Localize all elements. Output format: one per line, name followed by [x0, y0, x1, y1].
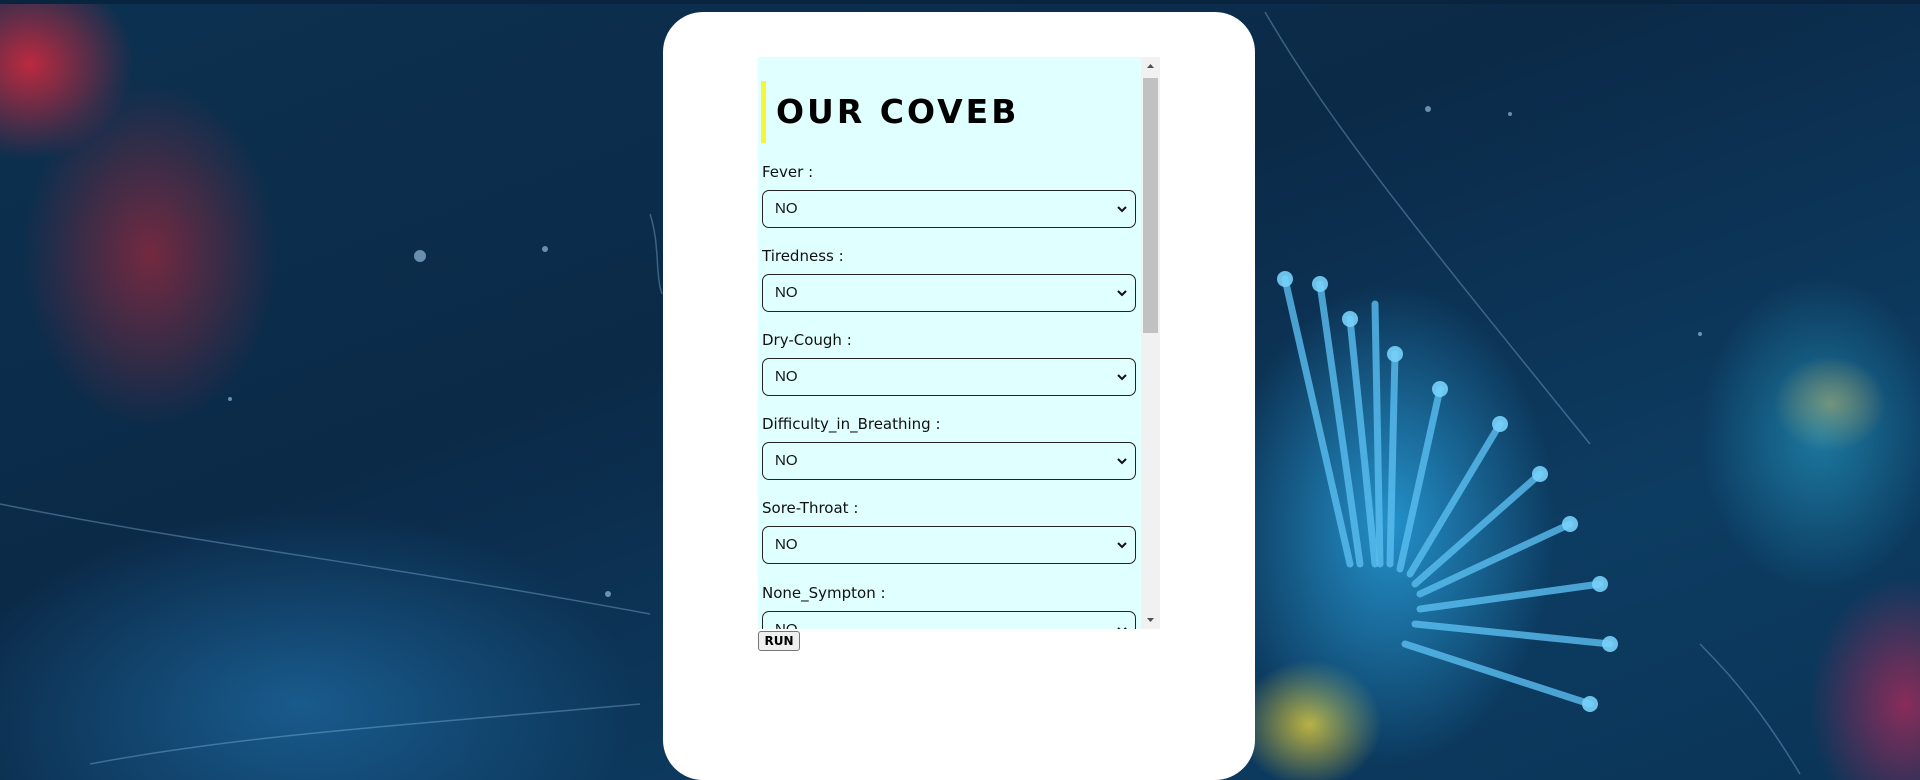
dry-cough-select-value: NO — [775, 368, 798, 385]
run-button[interactable]: RUN — [758, 631, 800, 651]
fever-select[interactable]: NO — [762, 190, 1136, 228]
scroll-down-arrow-icon[interactable] — [1141, 611, 1160, 629]
none-sympton-select-value: NO — [775, 621, 798, 629]
difficulty-breathing-select[interactable]: NO — [762, 442, 1136, 480]
difficulty-breathing-select-value: NO — [775, 452, 798, 469]
sore-throat-select[interactable]: NO — [762, 526, 1136, 564]
fever-label: Fever : — [762, 163, 814, 181]
tiredness-select-value: NO — [775, 284, 798, 301]
none-sympton-select[interactable]: NO — [762, 611, 1136, 629]
none-sympton-label: None_Sympton : — [762, 584, 886, 602]
difficulty-breathing-label: Difficulty_in_Breathing : — [762, 415, 941, 433]
scroll-up-arrow-icon[interactable] — [1141, 57, 1160, 75]
chevron-down-icon — [1117, 206, 1127, 213]
sore-throat-label: Sore-Throat : — [762, 499, 859, 517]
fever-select-value: NO — [775, 200, 798, 217]
symptom-form-panel[interactable]: OUR COVEB Fever : NO Tiredness : NO Dry-… — [758, 57, 1160, 629]
form-scrollbar[interactable] — [1141, 57, 1160, 629]
dry-cough-select[interactable]: NO — [762, 358, 1136, 396]
scroll-thumb[interactable] — [1143, 78, 1158, 333]
chevron-down-icon — [1117, 290, 1127, 297]
tiredness-label: Tiredness : — [762, 247, 844, 265]
form-title: OUR COVEB — [776, 92, 1020, 131]
chevron-down-icon — [1117, 542, 1127, 549]
chevron-down-icon — [1117, 374, 1127, 381]
sore-throat-select-value: NO — [775, 536, 798, 553]
tiredness-select[interactable]: NO — [762, 274, 1136, 312]
chevron-down-icon — [1117, 627, 1127, 629]
title-accent-bar: OUR COVEB — [761, 81, 1019, 143]
chevron-down-icon — [1117, 458, 1127, 465]
dry-cough-label: Dry-Cough : — [762, 331, 852, 349]
